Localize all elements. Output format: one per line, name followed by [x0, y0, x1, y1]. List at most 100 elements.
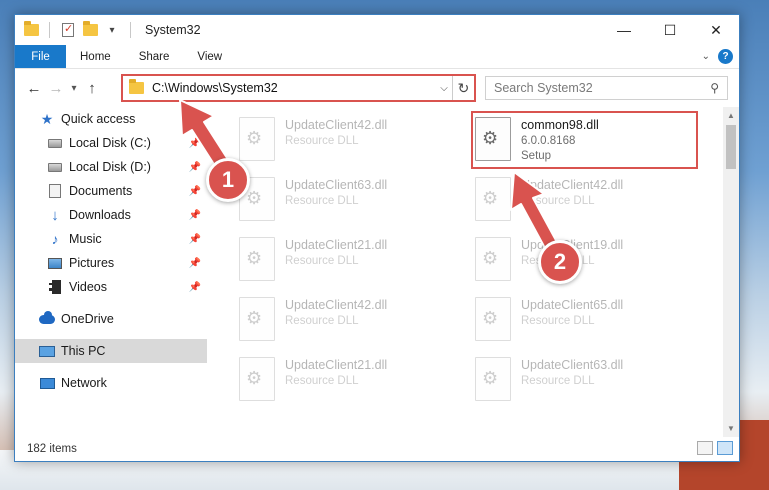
file-item[interactable]: UpdateClient63.dll Resource DLL	[229, 175, 457, 227]
drive-icon	[47, 135, 63, 151]
vertical-scrollbar[interactable]: ▲ ▼	[723, 107, 739, 437]
ribbon-tabs: File Home Share View ⌄ ?	[15, 45, 739, 69]
nav-item-label: Network	[61, 376, 107, 390]
file-description: Resource DLL	[285, 135, 359, 147]
file-name: UpdateClient63.dll	[285, 178, 388, 192]
file-name: UpdateClient63.dll	[521, 358, 624, 372]
large-icons-view-icon[interactable]	[717, 441, 733, 455]
address-row: ← → ▾ ↑ C:\Windows\System32 ⌵ ↻ Search S…	[15, 69, 739, 107]
nav-item-videos[interactable]: Videos 📌	[15, 275, 207, 299]
music-icon: ♪	[51, 231, 59, 247]
nav-item-local-disk-c[interactable]: Local Disk (C:) 📌	[15, 131, 207, 155]
step-badge-2: 2	[538, 240, 582, 284]
tab-home[interactable]: Home	[66, 45, 125, 68]
address-bar[interactable]: C:\Windows\System32 ⌵ ↻	[121, 74, 476, 102]
nav-item-onedrive[interactable]: OneDrive	[15, 307, 207, 331]
file-item[interactable]: UpdateClient42.dll Resource DLL	[465, 175, 693, 227]
pin-icon[interactable]: 📌	[189, 234, 201, 245]
dll-file-icon	[239, 297, 275, 341]
nav-item-this-pc[interactable]: This PC	[15, 339, 207, 363]
file-item[interactable]: UpdateClient21.dll Resource DLL	[229, 355, 457, 407]
file-item[interactable]: UpdateClient63.dll Resource DLL	[465, 355, 693, 407]
nav-item-label: OneDrive	[61, 312, 114, 326]
file-name: UpdateClient21.dll	[285, 238, 388, 252]
close-button[interactable]: ✕	[693, 15, 739, 45]
pin-icon[interactable]: 📌	[189, 282, 201, 293]
file-name: UpdateClient42.dll	[521, 178, 624, 192]
nav-item-label: This PC	[61, 344, 106, 358]
nav-item-label: Documents	[69, 184, 133, 198]
scroll-thumb[interactable]	[726, 125, 736, 169]
tab-share[interactable]: Share	[125, 45, 184, 68]
scroll-down-icon[interactable]: ▼	[723, 420, 739, 437]
nav-item-label: Downloads	[69, 208, 131, 222]
pin-icon[interactable]: 📌	[189, 258, 201, 269]
file-item[interactable]: UpdateClient65.dll Resource DLL	[465, 295, 693, 347]
up-arrow-icon[interactable]: ↑	[81, 80, 103, 97]
dll-file-icon	[239, 237, 275, 281]
refresh-icon[interactable]: ↻	[452, 76, 474, 100]
dll-file-icon	[475, 177, 511, 221]
search-input[interactable]: Search System32 ⚲	[485, 76, 728, 100]
nav-item-network[interactable]: Network	[15, 371, 207, 395]
scroll-up-icon[interactable]: ▲	[723, 107, 739, 124]
file-description: Resource DLL	[521, 315, 595, 327]
forward-arrow-icon[interactable]: →	[45, 80, 67, 97]
step-badge-1: 1	[206, 158, 250, 202]
nav-item-quick-access[interactable]: ★ Quick access	[15, 107, 207, 131]
nav-item-local-disk-d[interactable]: Local Disk (D:) 📌	[15, 155, 207, 179]
search-icon[interactable]: ⚲	[710, 81, 719, 95]
file-description: Resource DLL	[521, 375, 595, 387]
folder-icon	[129, 79, 144, 94]
file-description: Resource DLL	[285, 375, 359, 387]
highlight-box	[471, 111, 698, 169]
recent-locations-icon[interactable]: ▾	[67, 83, 81, 94]
nav-item-documents[interactable]: Documents 📌	[15, 179, 207, 203]
nav-item-label: Local Disk (C:)	[69, 136, 151, 150]
divider	[49, 22, 50, 38]
maximize-button[interactable]: ☐	[647, 15, 693, 45]
file-description: Resource DLL	[285, 315, 359, 327]
nav-item-music[interactable]: ♪ Music 📌	[15, 227, 207, 251]
documents-icon	[47, 183, 63, 199]
chevron-down-icon[interactable]: ⌵	[436, 83, 452, 94]
file-item[interactable]: UpdateClient42.dll Resource DLL	[229, 295, 457, 347]
tab-view[interactable]: View	[183, 45, 236, 68]
customize-toolbar-icon[interactable]: ▾	[104, 22, 120, 38]
nav-item-label: Local Disk (D:)	[69, 160, 151, 174]
onedrive-icon	[39, 310, 55, 327]
pin-icon[interactable]: 📌	[189, 186, 201, 197]
title-bar: ▾ System32 — ☐ ✕	[15, 15, 739, 45]
pin-icon[interactable]: 📌	[189, 138, 201, 149]
file-item[interactable]: UpdateClient21.dll Resource DLL	[229, 235, 457, 287]
tab-file[interactable]: File	[15, 45, 66, 68]
main-area: ★ Quick access Local Disk (C:) 📌 Local D…	[15, 107, 739, 437]
videos-icon	[47, 279, 63, 295]
drive-icon	[47, 159, 63, 175]
nav-item-pictures[interactable]: Pictures 📌	[15, 251, 207, 275]
file-item[interactable]: UpdateClient42.dll Resource DLL	[229, 115, 457, 167]
divider	[130, 22, 131, 38]
navigation-pane: ★ Quick access Local Disk (C:) 📌 Local D…	[15, 107, 207, 437]
properties-icon[interactable]	[60, 22, 76, 38]
pictures-icon	[47, 255, 63, 271]
window-title: System32	[145, 23, 201, 37]
pin-icon[interactable]: 📌	[189, 210, 201, 221]
help-icon[interactable]: ?	[718, 49, 733, 64]
back-arrow-icon[interactable]: ←	[23, 80, 45, 97]
explorer-window: ▾ System32 — ☐ ✕ File Home Share View ⌄ …	[14, 14, 740, 462]
file-name: UpdateClient21.dll	[285, 358, 388, 372]
this-pc-icon	[39, 343, 55, 359]
nav-item-downloads[interactable]: ↓ Downloads 📌	[15, 203, 207, 227]
dll-file-icon	[239, 357, 275, 401]
dll-file-icon	[475, 237, 511, 281]
new-folder-icon[interactable]	[82, 21, 98, 38]
pin-icon[interactable]: 📌	[189, 162, 201, 173]
status-bar: 182 items	[15, 437, 739, 461]
address-path[interactable]: C:\Windows\System32	[152, 81, 436, 95]
expand-ribbon-icon[interactable]: ⌄	[702, 51, 710, 62]
minimize-button[interactable]: —	[601, 15, 647, 45]
nav-item-label: Music	[69, 232, 102, 246]
details-view-icon[interactable]	[697, 441, 713, 455]
folder-icon	[23, 21, 39, 38]
